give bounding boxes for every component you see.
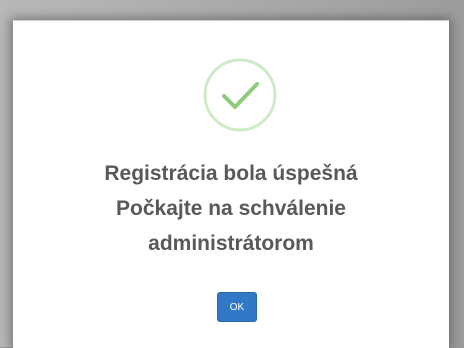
ok-button[interactable]: OK bbox=[217, 292, 257, 322]
check-circle-icon bbox=[202, 57, 278, 133]
message-line-1: Registrácia bola úspešná bbox=[104, 162, 358, 185]
success-dialog: Registrácia bola úspešná Počkajte na sch… bbox=[12, 20, 449, 348]
message-line-2: Počkajte na schválenie bbox=[116, 197, 346, 220]
message-line-3: administrátorom bbox=[148, 232, 314, 255]
dialog-message: Registrácia bola úspešná Počkajte na sch… bbox=[13, 156, 449, 261]
